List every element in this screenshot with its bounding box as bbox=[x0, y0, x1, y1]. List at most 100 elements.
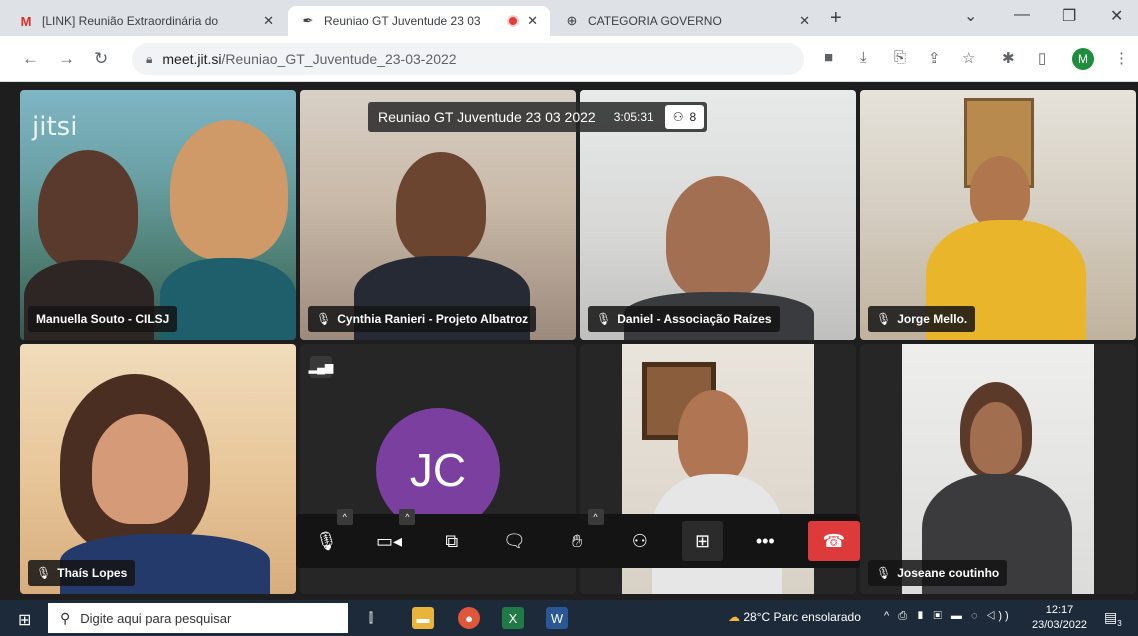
participants-icon: ⚇ bbox=[672, 110, 684, 124]
windows-start-icon[interactable]: ⊞ bbox=[18, 610, 31, 630]
grid-icon: ⊞ bbox=[695, 530, 711, 551]
new-tab-button[interactable]: + bbox=[830, 7, 842, 30]
participants-button[interactable]: ⚇ bbox=[620, 521, 661, 561]
more-icon: ••• bbox=[755, 530, 775, 551]
connection-signal-icon[interactable]: ▂▄▆ bbox=[309, 356, 333, 378]
jitsi-icon: ✒ bbox=[302, 13, 314, 28]
extensions-icon[interactable]: ✱ bbox=[1002, 49, 1015, 67]
browser-tab-bar: M [LINK] Reunião Extraordinária do ✕ ✒ R… bbox=[0, 0, 1138, 36]
system-tray-icons[interactable]: ^ ⎙ ▮ ▣ ▬ ◌ ◁)) bbox=[884, 610, 1012, 623]
person-silhouette bbox=[970, 402, 1022, 474]
chevron-up-icon[interactable]: ^ bbox=[336, 509, 353, 525]
mic-muted-icon: 🎙︎ bbox=[876, 312, 892, 326]
file-explorer-icon[interactable]: ▬ bbox=[412, 607, 434, 629]
tab-title: [LINK] Reunião Extraordinária do bbox=[42, 14, 219, 28]
chat-icon: 🗨︎ bbox=[503, 530, 526, 551]
forward-icon[interactable]: → bbox=[58, 49, 75, 69]
close-window-icon[interactable]: ✕ bbox=[1110, 6, 1123, 26]
tab-categoria[interactable]: ⊕ CATEGORIA GOVERNO ✕ bbox=[552, 6, 822, 36]
back-icon[interactable]: ← bbox=[22, 49, 39, 69]
meeting-title: Reuniao GT Juventude 23 03 2022 bbox=[378, 109, 596, 125]
person-silhouette bbox=[160, 258, 296, 340]
taskbar-clock[interactable]: 12:17 23/03/2022 bbox=[1032, 603, 1087, 633]
windows-taskbar: ⊞ ⚲ Digite aqui para pesquisar ⫿ ▬ ● X W… bbox=[0, 600, 1138, 636]
tab-jitsi[interactable]: ✒ Reuniao GT Juventude 23 03 ✕ bbox=[288, 6, 550, 36]
person-silhouette bbox=[170, 120, 288, 260]
camera-button[interactable]: ▭◂ ^ bbox=[369, 509, 416, 561]
globe-icon: ⊕ bbox=[566, 13, 578, 28]
mic-muted-icon: 🎙︎ bbox=[596, 312, 612, 326]
tile-view-button[interactable]: ⊞ bbox=[682, 521, 723, 561]
chevron-down-icon[interactable]: ⌄ bbox=[964, 6, 977, 26]
screen-share-button[interactable]: ⧉ bbox=[431, 521, 472, 561]
recording-icon bbox=[507, 15, 520, 27]
participants-count-button[interactable]: ⚇ 8 bbox=[664, 105, 705, 129]
close-icon[interactable]: ✕ bbox=[527, 13, 538, 29]
raise-hand-button[interactable]: ✋︎ ^ bbox=[557, 509, 604, 561]
meeting-info-bar: Reuniao GT Juventude 23 03 2022 3:05:31 … bbox=[368, 102, 708, 132]
person-silhouette bbox=[92, 414, 188, 524]
jitsi-logo: jitsi bbox=[32, 112, 78, 142]
lock-icon[interactable]: 🔒︎ bbox=[146, 52, 152, 67]
weather-icon: ☁ bbox=[728, 610, 740, 624]
participants-icon: ⚇ bbox=[631, 530, 648, 551]
gmail-icon: M bbox=[20, 13, 32, 29]
chevron-up-icon[interactable]: ^ bbox=[587, 509, 604, 525]
participant-tile[interactable]: 🎙︎ Thaís Lopes bbox=[20, 344, 296, 594]
participant-name: 🎙︎ Cynthia Ranieri - Projeto Albatroz bbox=[308, 306, 537, 332]
person-silhouette bbox=[666, 176, 770, 300]
tab-gmail[interactable]: M [LINK] Reunião Extraordinária do ✕ bbox=[6, 6, 286, 36]
phone-hangup-icon: ☎︎ bbox=[822, 530, 845, 551]
participant-name: 🎙︎ Thaís Lopes bbox=[28, 560, 136, 586]
browser-toolbar: ← → ↻ 🔒︎ meet.jit.si/Reuniao_GT_Juventud… bbox=[0, 36, 1138, 82]
url-host: meet.jit.si bbox=[162, 51, 222, 67]
address-bar[interactable]: 🔒︎ meet.jit.si/Reuniao_GT_Juventude_23-0… bbox=[132, 43, 804, 75]
translate-icon[interactable]: ⎘ bbox=[894, 49, 906, 66]
chevron-up-icon[interactable]: ^ bbox=[399, 509, 416, 525]
profile-avatar[interactable]: M bbox=[1072, 48, 1094, 70]
microphone-button[interactable]: 🎙︎ ^ bbox=[306, 509, 353, 561]
excel-icon[interactable]: X bbox=[502, 607, 524, 629]
participant-name: 🎙︎ Jorge Mello. bbox=[868, 306, 976, 332]
meeting-timer: 3:05:31 bbox=[613, 110, 654, 124]
search-icon: ⚲ bbox=[60, 609, 71, 626]
weather-widget[interactable]: ☁ 28°C Parc ensolarado bbox=[728, 610, 861, 624]
word-icon[interactable]: W bbox=[546, 607, 568, 629]
participant-tile[interactable]: 🎙︎ Jorge Mello. bbox=[860, 90, 1136, 340]
camera-icon[interactable]: ■ bbox=[824, 49, 833, 66]
hangup-button[interactable]: ☎︎ bbox=[807, 521, 860, 561]
mic-muted-icon: 🎙︎ bbox=[316, 312, 332, 326]
participant-name: 🎙︎ Daniel - Associação Raízes bbox=[588, 306, 780, 332]
tab-title: Reuniao GT Juventude 23 03 bbox=[324, 14, 481, 28]
search-placeholder: Digite aqui para pesquisar bbox=[80, 610, 232, 626]
participant-tile[interactable]: 🎙︎ Joseane coutinho bbox=[860, 344, 1136, 594]
participant-name: Manuella Souto - CILSJ bbox=[28, 306, 178, 332]
install-icon[interactable]: ⤓ bbox=[860, 49, 867, 66]
tab-title: CATEGORIA GOVERNO bbox=[588, 14, 722, 28]
call-controls-toolbar: 🎙︎ ^ ▭◂ ^ ⧉ 🗨︎ ✋︎ ^ ⚇ ⊞ ••• ☎︎ bbox=[296, 509, 860, 568]
more-options-button[interactable]: ••• bbox=[745, 521, 786, 561]
menu-icon[interactable]: ⋮ bbox=[1114, 49, 1129, 67]
task-view-icon[interactable]: ⫿ bbox=[360, 607, 382, 629]
close-icon[interactable]: ✕ bbox=[799, 13, 810, 29]
participant-name: 🎙︎ Joseane coutinho bbox=[868, 560, 1008, 586]
hand-icon: ✋︎ bbox=[572, 530, 583, 551]
clock-time: 12:17 bbox=[1045, 604, 1074, 616]
bookmark-star-icon[interactable]: ☆ bbox=[962, 49, 975, 67]
share-icon[interactable]: ⇪ bbox=[928, 49, 941, 67]
screen-share-icon: ⧉ bbox=[445, 530, 459, 551]
mic-muted-icon: 🎙︎ bbox=[876, 566, 892, 580]
notifications-icon[interactable]: ▤3 bbox=[1104, 609, 1122, 628]
reload-icon[interactable]: ↻ bbox=[94, 49, 108, 69]
restore-icon[interactable]: ❐ bbox=[1062, 6, 1076, 26]
mic-muted-icon: 🎙︎ bbox=[36, 566, 52, 580]
close-icon[interactable]: ✕ bbox=[263, 13, 274, 29]
minimize-icon[interactable]: — bbox=[1014, 6, 1030, 24]
person-silhouette bbox=[396, 152, 486, 262]
taskbar-search-input[interactable]: ⚲ Digite aqui para pesquisar bbox=[48, 603, 348, 633]
chrome-icon[interactable]: ● bbox=[458, 607, 480, 629]
person-silhouette bbox=[678, 390, 748, 484]
chat-button[interactable]: 🗨︎ bbox=[494, 521, 535, 561]
microphone-icon: 🎙︎ bbox=[314, 530, 338, 551]
side-panel-icon[interactable]: ▯ bbox=[1038, 49, 1046, 67]
